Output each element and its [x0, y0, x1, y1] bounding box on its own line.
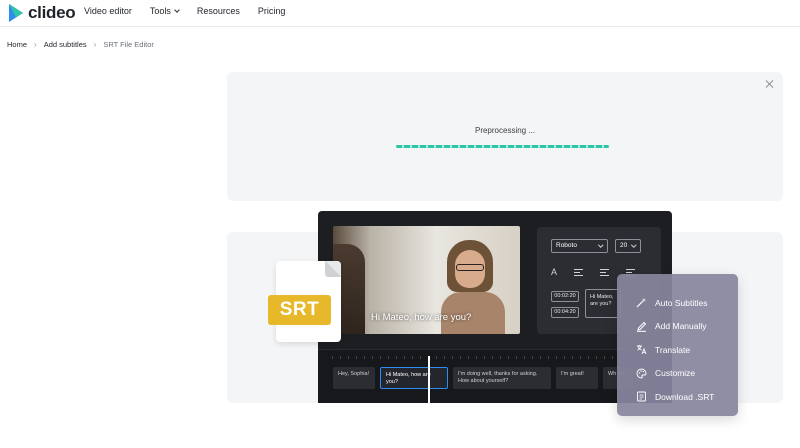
srt-file-icon: SRT [268, 261, 341, 342]
nav-label: Video editor [84, 6, 132, 16]
menu-label: Customize [655, 368, 696, 379]
time-start[interactable]: 00:02:20 [551, 291, 579, 302]
nav-label: Tools [149, 6, 171, 16]
menu-label: Translate [655, 344, 691, 355]
video-preview: Hi Mateo, how are you? [333, 226, 520, 334]
menu-label: Add Manually [655, 321, 707, 332]
play-triangle-icon [9, 4, 23, 22]
timeline-segment[interactable]: Hey, Sophia! [333, 367, 375, 389]
nav-video-editor[interactable]: Video editor [84, 6, 132, 16]
menu-item-customize[interactable]: Customize [617, 362, 738, 386]
menu-item-translate[interactable]: Translate [617, 338, 738, 362]
palette-icon [636, 368, 647, 379]
subtitle-text-box[interactable]: Hi Mateo, are you? [585, 289, 621, 318]
chevron-right-icon: › [34, 40, 37, 49]
action-menu: Auto Subtitles Add Manually Translate Cu… [617, 274, 738, 416]
menu-label: Download .SRT [655, 391, 715, 402]
close-icon[interactable] [765, 79, 775, 89]
nav-label: Resources [196, 6, 240, 16]
progress-status: Preprocessing ... [474, 126, 536, 135]
srt-badge: SRT [268, 295, 331, 325]
time-end[interactable]: 00:04:20 [551, 307, 579, 318]
font-size-value: 20 [620, 242, 628, 249]
playhead[interactable] [428, 356, 430, 403]
logo-text: clideo [28, 3, 76, 22]
font-size-select[interactable]: 20 [615, 239, 641, 253]
logo[interactable]: clideo [7, 3, 76, 23]
top-header: clideo Video editor Tools Resources Pric… [0, 0, 800, 27]
menu-label: Auto Subtitles [655, 297, 708, 308]
menu-item-auto-subtitles[interactable]: Auto Subtitles [617, 291, 738, 315]
breadcrumb-current: SRT File Editor [103, 40, 154, 49]
magic-wand-icon [636, 297, 647, 308]
nav-label: Pricing [257, 6, 286, 16]
timeline-segment[interactable]: I'm great! [556, 367, 598, 389]
chevron-right-icon: › [93, 40, 97, 49]
nav-pricing[interactable]: Pricing [258, 6, 286, 16]
progress-bar [396, 145, 609, 148]
timeline-segment[interactable]: I'm doing well, thanks for asking. How a… [453, 367, 551, 389]
translate-icon [636, 344, 647, 355]
timeline-ruler [332, 356, 662, 359]
font-select[interactable]: Roboto [551, 239, 608, 253]
breadcrumb: Home › Add subtitles › SRT File Editor [7, 40, 154, 49]
document-icon [636, 391, 647, 402]
chevron-down-icon [174, 7, 180, 13]
menu-item-add-manually[interactable]: Add Manually [617, 315, 738, 339]
pencil-icon [636, 321, 647, 332]
timeline-segment-active[interactable]: Hi Mateo, how are you? [380, 367, 448, 389]
glasses-shape [456, 264, 484, 271]
align-left-icon[interactable] [574, 268, 584, 276]
chevron-down-icon [630, 242, 636, 248]
nav-resources[interactable]: Resources [197, 6, 240, 16]
chevron-down-icon [597, 242, 603, 248]
main-nav: Video editor Tools Resources Pricing [84, 6, 303, 16]
menu-item-download-srt[interactable]: Download .SRT [617, 385, 738, 409]
progress-card: Preprocessing ... [227, 72, 783, 201]
font-value: Roboto [556, 242, 577, 249]
align-center-icon[interactable] [600, 268, 610, 276]
video-caption: Hi Mateo, how are you? [371, 312, 472, 323]
page-fold-shape [325, 261, 341, 277]
nav-tools[interactable]: Tools [149, 6, 180, 16]
breadcrumb-home[interactable]: Home [7, 40, 27, 49]
breadcrumb-add-subtitles[interactable]: Add subtitles [44, 40, 87, 49]
text-icon[interactable]: A [551, 267, 557, 277]
